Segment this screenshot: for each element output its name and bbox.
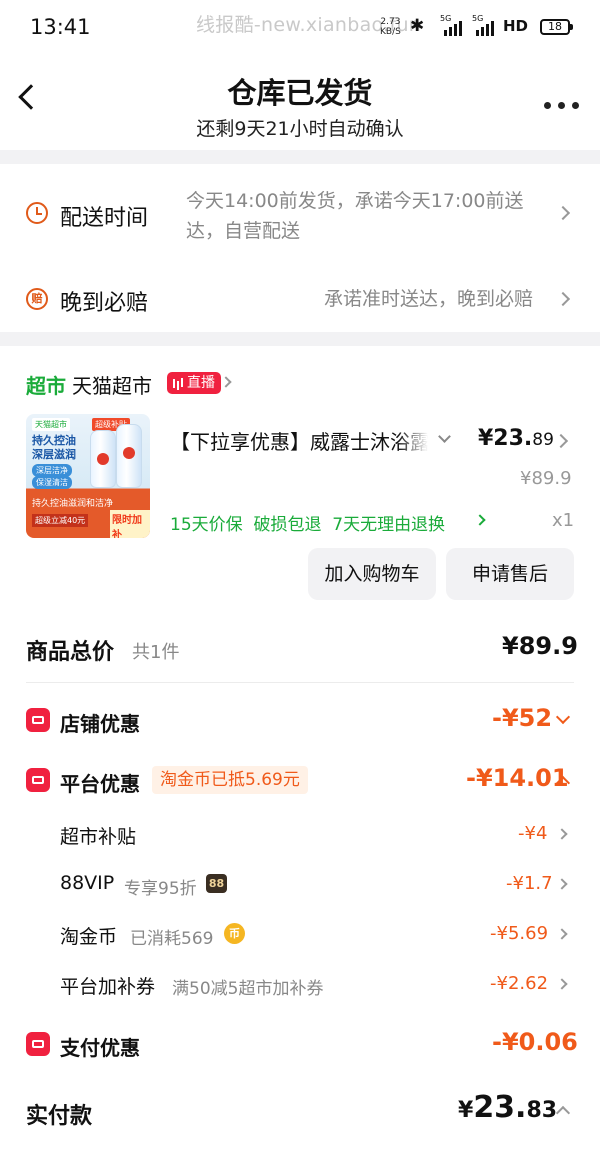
product-image[interactable]: 天猫超市 超级补贴 持久控油 深层滋润 深层洁净 保湿清洁 持久控油滋润和洁净 … bbox=[26, 414, 150, 538]
vip-88-badge: 88 bbox=[206, 874, 227, 893]
supermarket-subsidy-value: -¥4 bbox=[518, 823, 548, 844]
thumb-headline: 持久控油 深层滋润 bbox=[32, 434, 76, 462]
chevron-right-icon bbox=[555, 291, 571, 307]
taojinbi-note: 已消耗569 bbox=[130, 929, 214, 949]
chevron-right-icon bbox=[556, 978, 568, 990]
shop-discount-label: 店铺优惠 bbox=[60, 712, 140, 736]
add-to-cart-button[interactable]: 加入购物车 bbox=[308, 548, 436, 600]
chevron-down-icon bbox=[555, 709, 571, 725]
product-title[interactable]: 【下拉享优惠】威露士沐浴露 bbox=[170, 426, 428, 455]
coupon-icon bbox=[26, 768, 50, 792]
payment-icon bbox=[26, 1032, 50, 1056]
clock-icon bbox=[26, 202, 48, 224]
page-title: 仓库已发货 bbox=[227, 76, 373, 110]
platform-coupon-value: -¥2.62 bbox=[490, 973, 549, 994]
chevron-right-icon bbox=[556, 928, 568, 940]
delivery-time-text: 今天14:00前发货，承诺今天17:00前送达，自营配送 bbox=[186, 190, 524, 242]
product-price: ¥23.89 bbox=[478, 426, 554, 451]
delivery-time-label: 配送时间 bbox=[60, 206, 149, 231]
network-speed: 2.73 KB/S bbox=[380, 17, 401, 37]
vip-label: 88VIP bbox=[60, 872, 115, 894]
shop-discount-value: -¥52 bbox=[492, 704, 553, 732]
supermarket-subsidy-label: 超市补贴 bbox=[60, 826, 137, 848]
header: 仓库已发货 还剩9天21小时自动确认 bbox=[0, 56, 600, 150]
thumb-tag: 天猫超市 bbox=[32, 418, 70, 431]
vip-value: -¥1.7 bbox=[506, 873, 553, 894]
taojinbi-value: -¥5.69 bbox=[490, 923, 549, 944]
chevron-right-icon[interactable] bbox=[553, 433, 569, 449]
chevron-right-icon bbox=[555, 205, 571, 221]
total-price-label: 商品总价 bbox=[26, 640, 115, 665]
live-badge: 直播 bbox=[167, 372, 221, 394]
delivery-card: 配送时间 今天14:00前发货，承诺今天17:00前送达，自营配送 赔 晚到必赔… bbox=[0, 164, 600, 332]
payment-discount-label: 支付优惠 bbox=[60, 1036, 140, 1060]
divider bbox=[26, 682, 574, 683]
thumb-strip-discount: 超级立减40元 bbox=[32, 514, 89, 527]
thumb-feature: 保湿清洁 bbox=[32, 476, 72, 489]
coin-deduction-badge: 淘金币已抵5.69元 bbox=[152, 766, 308, 794]
chevron-right-icon bbox=[474, 514, 486, 526]
paid-label: 实付款 bbox=[26, 1104, 93, 1129]
hd-icon: HD bbox=[503, 17, 529, 35]
total-count: 共1件 bbox=[132, 642, 180, 663]
paid-yen: ¥ bbox=[458, 1098, 474, 1123]
shop-icon bbox=[26, 708, 50, 732]
thumb-strip-badge: 限时加补 bbox=[110, 510, 150, 538]
product-bottle bbox=[116, 424, 142, 488]
order-card: 超市 天猫超市 直播 天猫超市 超级补贴 持久控油 深层滋润 深层洁净 保湿清洁… bbox=[0, 346, 600, 1150]
late-compensation-text: 承诺准时送达，晚到必赔 bbox=[324, 288, 534, 310]
payment-discount-value: -¥0.06 bbox=[492, 1028, 578, 1056]
store-name: 天猫超市 bbox=[72, 374, 152, 398]
bluetooth-icon: ✱ bbox=[410, 16, 425, 36]
product-bottle bbox=[90, 430, 116, 488]
status-time: 13:41 bbox=[30, 15, 91, 39]
service-guarantees[interactable]: 15天价保 破损包退 7天无理由退换 bbox=[170, 510, 445, 535]
chevron-down-icon[interactable] bbox=[438, 430, 451, 443]
taojinbi-label: 淘金币 bbox=[60, 926, 118, 948]
platform-discount-value: -¥14.01 bbox=[466, 764, 569, 792]
signal-icon: 5G bbox=[440, 14, 466, 36]
total-price-value: ¥89.9 bbox=[502, 632, 578, 660]
vip-note: 专享95折 bbox=[124, 879, 197, 899]
chevron-right-icon bbox=[556, 828, 568, 840]
chevron-up-icon bbox=[555, 1105, 571, 1121]
page-subtitle: 还剩9天21小时自动确认 bbox=[196, 118, 404, 140]
thumb-promo-strip: 持久控油滋润和洁净 超级立减40元 限时加补 bbox=[26, 490, 150, 538]
compensation-icon: 赔 bbox=[26, 288, 48, 310]
chevron-right-icon bbox=[220, 376, 232, 388]
network-speed-value: 2.73 bbox=[380, 17, 401, 27]
more-icon[interactable] bbox=[544, 102, 580, 110]
store-logo: 超市 bbox=[26, 374, 66, 398]
platform-coupon-note: 满50减5超市加补券 bbox=[172, 979, 324, 999]
battery-icon: 18 bbox=[540, 19, 573, 35]
network-speed-unit: KB/S bbox=[380, 27, 401, 37]
status-bar: 13:41 线报酷-new.xianbao.fun 2.73 KB/S ✱ 5G… bbox=[0, 0, 600, 56]
coin-icon: 币 bbox=[224, 923, 245, 944]
product-price-dec: 89 bbox=[532, 430, 554, 450]
paid-dec: 83 bbox=[526, 1098, 558, 1123]
thumb-line-2: 深层滋润 bbox=[32, 448, 76, 461]
paid-value: ¥23.83 bbox=[458, 1090, 557, 1125]
after-sale-button[interactable]: 申请售后 bbox=[446, 548, 574, 600]
product-price-int: ¥23. bbox=[478, 426, 533, 451]
platform-discount-label: 平台优惠 bbox=[60, 772, 140, 796]
thumb-strip-text: 持久控油滋润和洁净 bbox=[32, 499, 114, 509]
product-quantity: x1 bbox=[552, 510, 575, 531]
original-price: ¥89.9 bbox=[520, 468, 572, 489]
platform-coupon-label: 平台加补券 bbox=[60, 976, 156, 998]
late-compensation-label: 晚到必赔 bbox=[60, 291, 149, 316]
signal-icon-2: 5G bbox=[472, 14, 498, 36]
paid-int: 23. bbox=[473, 1090, 527, 1125]
thumb-line-1: 持久控油 bbox=[32, 434, 76, 447]
chevron-right-icon bbox=[556, 878, 568, 890]
